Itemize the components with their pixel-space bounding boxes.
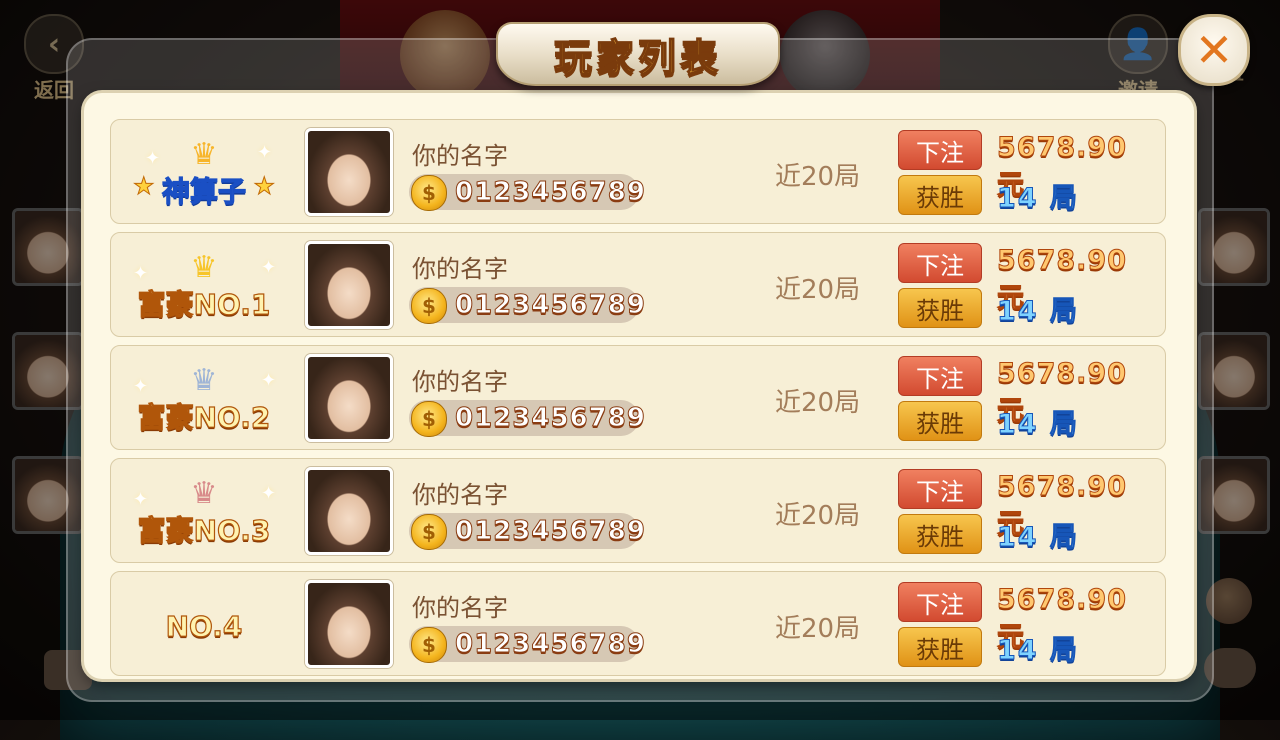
coin-balance: $ 0123456789 [409, 626, 645, 663]
bet-tag: 下注 [898, 356, 982, 396]
bronze-crown-icon: ♛ [190, 476, 218, 511]
close-x-icon: ✕ [1194, 23, 1234, 77]
player-name: 你的名字 [412, 255, 508, 283]
win-tag: 获胜 [898, 627, 982, 667]
rank-label: NO.4 [165, 609, 243, 643]
rank-label: 富豪NO.1 [137, 287, 271, 321]
recent-games-label: 近20局 [775, 388, 861, 418]
avatar [305, 354, 393, 442]
win-count: 14 局 [997, 635, 1079, 667]
silver-crown-icon: ♛ [190, 363, 218, 398]
coin-icon: $ [411, 288, 447, 324]
win-count: 14 局 [997, 522, 1079, 554]
player-row[interactable]: NO.4 你的名字 $ 0123456789 近20局 下注 5678.90 元… [110, 571, 1166, 676]
coin-balance: $ 0123456789 [409, 174, 645, 211]
coin-value: 0123456789 [455, 403, 646, 434]
coin-icon: $ [411, 401, 447, 437]
player-list-panel: ✦ ✦ ♛ ★ ★ 神算子 你的名字 $ 0123456789 近20局 下注 … [84, 93, 1194, 679]
close-button[interactable]: ✕ [1178, 14, 1250, 86]
player-name: 你的名字 [412, 594, 508, 622]
rank-badge: ✦ ✦ ♛ 富豪NO.1 [129, 233, 279, 338]
rank-label: 神算子 [161, 174, 246, 208]
modal-title: 玩家列表 [553, 35, 722, 81]
player-name: 你的名字 [412, 142, 508, 170]
player-row[interactable]: ✦ ✦ ♛ 富豪NO.1 你的名字 $ 0123456789 近20局 下注 5… [110, 232, 1166, 337]
coin-balance: $ 0123456789 [409, 287, 645, 324]
bet-tag: 下注 [898, 469, 982, 509]
coin-balance: $ 0123456789 [409, 513, 645, 550]
player-row[interactable]: ✦ ✦ ♛ 富豪NO.3 你的名字 $ 0123456789 近20局 下注 5… [110, 458, 1166, 563]
avatar [305, 241, 393, 329]
player-name: 你的名字 [412, 481, 508, 509]
recent-games-label: 近20局 [775, 614, 861, 644]
modal-title-plaque: 玩家列表 [496, 22, 780, 86]
win-tag: 获胜 [898, 401, 982, 441]
rank-badge: ✦ ✦ ♛ 富豪NO.2 [129, 346, 279, 451]
gold-crown-icon: ♛ [190, 250, 218, 285]
win-count: 14 局 [997, 296, 1079, 328]
player-name: 你的名字 [412, 368, 508, 396]
bet-tag: 下注 [898, 243, 982, 283]
coin-icon: $ [411, 627, 447, 663]
rank-badge: NO.4 [129, 572, 279, 677]
coin-value: 0123456789 [455, 290, 646, 321]
avatar [305, 467, 393, 555]
rank-badge: ✦ ✦ ♛ ★ ★ 神算子 [129, 120, 279, 225]
recent-games-label: 近20局 [775, 275, 861, 305]
player-row[interactable]: ✦ ✦ ♛ 富豪NO.2 你的名字 $ 0123456789 近20局 下注 5… [110, 345, 1166, 450]
coin-value: 0123456789 [455, 516, 646, 547]
win-tag: 获胜 [898, 175, 982, 215]
rank-label: 富豪NO.3 [137, 513, 271, 547]
coin-value: 0123456789 [455, 629, 646, 660]
avatar [305, 128, 393, 216]
bet-tag: 下注 [898, 130, 982, 170]
win-tag: 获胜 [898, 288, 982, 328]
win-count: 14 局 [997, 409, 1079, 441]
avatar [305, 580, 393, 668]
coin-value: 0123456789 [455, 177, 646, 208]
rank-badge: ✦ ✦ ♛ 富豪NO.3 [129, 459, 279, 564]
gold-crown-icon: ♛ [190, 137, 218, 172]
player-row[interactable]: ✦ ✦ ♛ ★ ★ 神算子 你的名字 $ 0123456789 近20局 下注 … [110, 119, 1166, 224]
win-tag: 获胜 [898, 514, 982, 554]
recent-games-label: 近20局 [775, 501, 861, 531]
player-list[interactable]: ✦ ✦ ♛ ★ ★ 神算子 你的名字 $ 0123456789 近20局 下注 … [110, 119, 1166, 679]
recent-games-label: 近20局 [775, 162, 861, 192]
coin-balance: $ 0123456789 [409, 400, 645, 437]
win-count: 14 局 [997, 183, 1079, 215]
bet-tag: 下注 [898, 582, 982, 622]
rank-label: 富豪NO.2 [137, 400, 271, 434]
coin-icon: $ [411, 175, 447, 211]
coin-icon: $ [411, 514, 447, 550]
